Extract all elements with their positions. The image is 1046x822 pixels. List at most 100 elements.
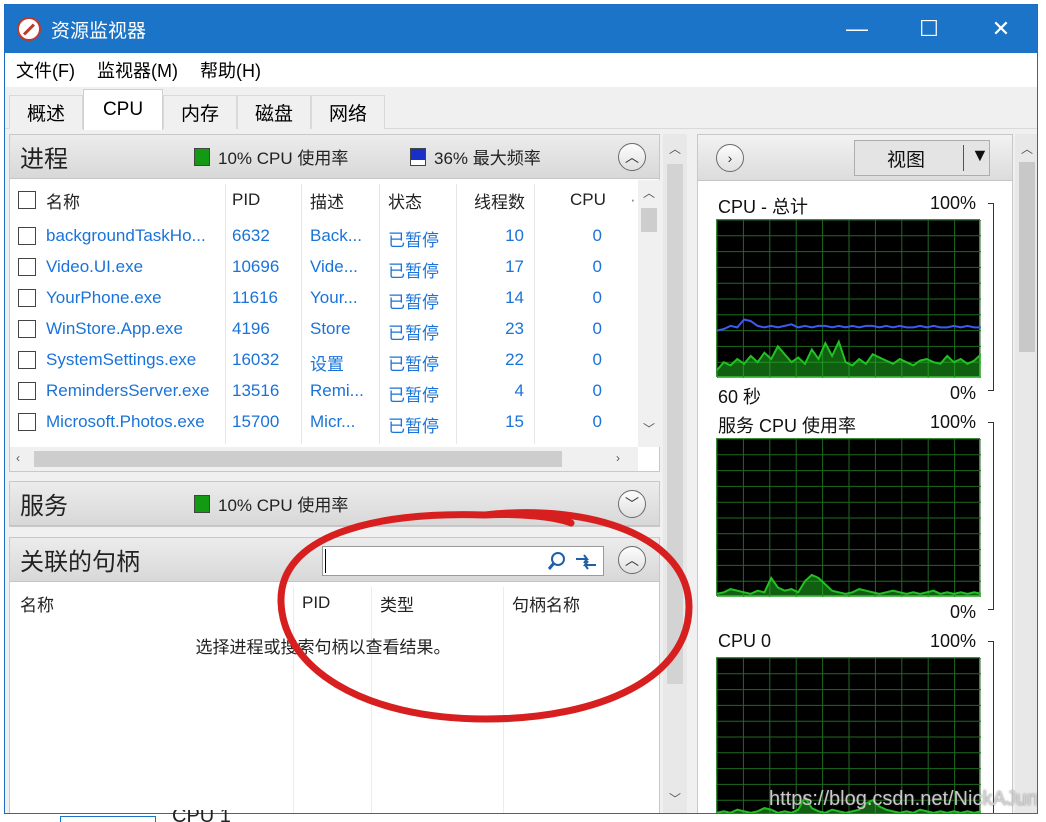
tab-cpu[interactable]: CPU [83, 89, 163, 130]
process-pid: 15700 [232, 412, 280, 431]
process-name: SystemSettings.exe [46, 350, 197, 369]
process-status: 已暂停 [388, 293, 439, 312]
process-checkbox[interactable] [18, 413, 36, 431]
process-status: 已暂停 [388, 355, 439, 374]
processes-title: 进程 [20, 146, 68, 173]
process-cpu: 0 [592, 412, 602, 431]
process-status: 已暂停 [388, 324, 439, 343]
red-annotation-circle [277, 509, 693, 723]
process-name: Video.UI.exe [46, 257, 144, 276]
process-checkbox[interactable] [18, 289, 36, 307]
process-pid: 13516 [232, 381, 280, 400]
process-threads: 22 [505, 350, 524, 369]
process-name: YourPhone.exe [46, 288, 162, 307]
process-cpu: 0 [592, 226, 602, 245]
process-threads: 17 [505, 257, 524, 276]
collapse-processes-button[interactable]: ︿ [618, 143, 646, 171]
window-title: 资源监视器 [51, 20, 147, 42]
process-pid: 6632 [232, 226, 270, 245]
process-threads: 23 [505, 319, 524, 338]
process-cpu: 0 [592, 257, 602, 276]
process-desc: Micr... [310, 412, 356, 431]
process-threads: 15 [505, 412, 524, 431]
col-cpu[interactable]: CPU [570, 190, 606, 210]
process-desc: Vide... [310, 257, 358, 276]
process-desc: 设置 [310, 355, 344, 374]
col-pid[interactable]: PID [232, 190, 260, 210]
process-checkbox[interactable] [18, 258, 36, 276]
view-dropdown-button[interactable]: 视图 ▼ [854, 140, 990, 176]
expand-graphs-button[interactable]: › [716, 144, 744, 172]
process-pid: 10696 [232, 257, 280, 276]
process-pid: 16032 [232, 350, 280, 369]
graphs-header: › 视图 ▼ [698, 135, 1012, 181]
green-square-icon [194, 147, 210, 166]
dropdown-arrow-icon: ▼ [971, 145, 989, 165]
green-square-icon [194, 494, 210, 513]
graph-cpu0-max: 100% [930, 631, 977, 651]
graph-service-max: 100% [930, 412, 977, 432]
menu-help[interactable]: 帮助(H) [189, 57, 272, 83]
resource-monitor-icon [17, 17, 41, 41]
process-status: 已暂停 [388, 231, 439, 250]
col-more[interactable]: · [630, 190, 636, 210]
title-bar[interactable]: 资源监视器 — ☐ ✕ [5, 5, 1037, 53]
process-threads: 10 [505, 226, 524, 245]
processes-max-freq: 36% 最大频率 [434, 149, 541, 168]
col-desc[interactable]: 描述 [310, 188, 344, 213]
process-checkbox[interactable] [18, 320, 36, 338]
graph-service-title: 服务 CPU 使用率 [718, 416, 857, 436]
minimize-button[interactable]: — [821, 5, 893, 53]
process-desc: Remi... [310, 381, 364, 400]
tab-bar: 概述 CPU 内存 磁盘 网络 [5, 87, 1037, 130]
graph-total-time: 60 秒 [718, 387, 762, 407]
process-name: RemindersServer.exe [46, 381, 210, 400]
cpu1-partial-label: CPU 1 [172, 810, 231, 822]
col-name[interactable]: 名称 [46, 188, 80, 213]
tab-disk[interactable]: 磁盘 [237, 95, 311, 129]
graph-cpu0-title: CPU 0 [718, 631, 772, 651]
process-checkbox[interactable] [18, 382, 36, 400]
tab-network[interactable]: 网络 [311, 95, 385, 129]
graphs-scrollbar[interactable]: ︿ [1015, 134, 1037, 813]
processes-cpu-usage: 10% CPU 使用率 [218, 149, 349, 168]
services-title: 服务 [20, 493, 68, 520]
process-pid: 11616 [232, 288, 279, 307]
process-cpu: 0 [592, 381, 602, 400]
menu-monitor[interactable]: 监视器(M) [86, 57, 189, 83]
process-threads: 14 [505, 288, 524, 307]
process-desc: Back... [310, 226, 362, 245]
view-label: 视图 [887, 149, 926, 171]
process-cpu: 0 [592, 319, 602, 338]
col-threads[interactable]: 线程数 [474, 188, 525, 213]
process-status: 已暂停 [388, 417, 439, 436]
process-checkbox[interactable] [18, 227, 36, 245]
processes-cpu-meter: 10% CPU 使用率 [194, 144, 348, 169]
maximize-button[interactable]: ☐ [893, 5, 965, 53]
close-button[interactable]: ✕ [965, 5, 1037, 53]
process-checkbox[interactable] [18, 351, 36, 369]
process-status: 已暂停 [388, 262, 439, 281]
process-name: Microsoft.Photos.exe [46, 412, 205, 431]
handles-title: 关联的句柄 [20, 549, 140, 576]
graph-total-max: 100% [930, 193, 977, 213]
process-pid: 4196 [232, 319, 270, 338]
process-desc: Store [310, 319, 351, 338]
menu-file[interactable]: 文件(F) [5, 57, 86, 83]
service-cpu-graph [716, 438, 982, 598]
graph-total-title: CPU - 总计 [718, 197, 808, 217]
process-vertical-scrollbar[interactable]: ︿ ﹀ [638, 180, 660, 447]
col-status[interactable]: 状态 [388, 188, 422, 213]
tab-memory[interactable]: 内存 [163, 95, 237, 129]
tab-overview[interactable]: 概述 [9, 95, 83, 129]
resource-monitor-window: 资源监视器 — ☐ ✕ 文件(F) 监视器(M) 帮助(H) 概述 CPU 内存… [4, 4, 1038, 814]
watermark-text: https://blog.csdn.net/NickAJun [769, 788, 1038, 810]
process-horizontal-scrollbar[interactable]: ‹ › [10, 447, 638, 471]
process-name: backgroundTaskHo... [46, 226, 206, 245]
process-cpu: 0 [592, 350, 602, 369]
menu-bar: 文件(F) 监视器(M) 帮助(H) [5, 53, 1037, 87]
processes-header[interactable]: 进程 10% CPU 使用率 36% 最大频率 ︿ [10, 135, 659, 179]
select-all-checkbox[interactable] [18, 191, 36, 209]
handles-col-name[interactable]: 名称 [20, 591, 54, 616]
background-window-edge [60, 816, 156, 822]
